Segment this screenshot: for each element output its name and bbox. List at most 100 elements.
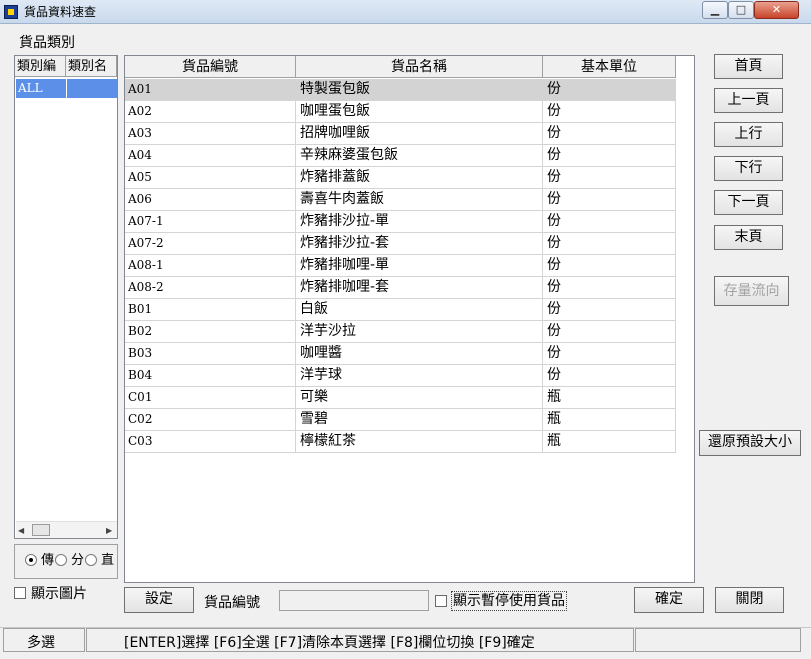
cell-product-name: 特製蛋包飯: [296, 79, 543, 100]
cell-product-name: 壽喜牛肉蓋飯: [296, 189, 543, 210]
cell-base-unit: 瓶: [543, 431, 676, 452]
cell-base-unit: 份: [543, 343, 676, 364]
stock-flow-button[interactable]: 存量流向: [714, 276, 789, 306]
show-picture-label: 顯示圖片: [31, 586, 87, 602]
cell-product-name: 檸檬紅茶: [296, 431, 543, 452]
maximize-button[interactable]: □: [728, 1, 754, 19]
radio-option-3-label: 直: [101, 553, 115, 568]
table-row[interactable]: B02 洋芋沙拉份: [125, 321, 676, 343]
table-row[interactable]: A07-2 炸豬排沙拉-套份: [125, 233, 676, 255]
scroll-left-icon[interactable]: ◀: [18, 526, 24, 535]
table-row[interactable]: A01 特製蛋包飯份: [125, 79, 676, 101]
cell-product-name: 辛辣麻婆蛋包飯: [296, 145, 543, 166]
product-code-label: 貨品編號: [204, 595, 260, 611]
table-row[interactable]: B03 咖哩醬份: [125, 343, 676, 365]
cell-product-code: C01: [125, 387, 296, 408]
scroll-thumb[interactable]: [32, 524, 50, 536]
cell-product-name: 可樂: [296, 387, 543, 408]
cell-base-unit: 份: [543, 277, 676, 298]
next-page-button[interactable]: 下一頁: [714, 190, 783, 215]
close-button[interactable]: 關閉: [715, 587, 784, 613]
cell-base-unit: 瓶: [543, 387, 676, 408]
radio-option-1-label: 傳: [41, 553, 55, 568]
show-paused-label[interactable]: 顯示暫停使用貨品: [451, 591, 567, 611]
category-row-selected[interactable]: ALL: [16, 79, 117, 98]
category-list[interactable]: 類別編 類別名 ALL ◀ ▶: [14, 55, 118, 539]
ok-button[interactable]: 確定: [634, 587, 704, 613]
radio-option-2[interactable]: [55, 554, 67, 566]
table-row[interactable]: A04 辛辣麻婆蛋包飯份: [125, 145, 676, 167]
radio-option-1[interactable]: [25, 554, 37, 566]
cell-base-unit: 份: [543, 255, 676, 276]
table-row[interactable]: B04 洋芋球份: [125, 365, 676, 387]
status-panel-extra: [635, 628, 801, 652]
table-row[interactable]: C02 雪碧瓶: [125, 409, 676, 431]
table-row[interactable]: A08-2 炸豬排咖哩-套份: [125, 277, 676, 299]
cell-product-code: B01: [125, 299, 296, 320]
category-hscrollbar[interactable]: ◀ ▶: [16, 521, 117, 538]
table-row[interactable]: C01 可樂瓶: [125, 387, 676, 409]
header-base-unit[interactable]: 基本單位: [543, 56, 676, 78]
category-label: 貨品類別: [19, 35, 75, 51]
prev-row-button[interactable]: 上行: [714, 122, 783, 147]
category-code-header[interactable]: 類別編: [15, 56, 66, 77]
cell-base-unit: 份: [543, 167, 676, 188]
header-product-code[interactable]: 貨品編號: [125, 56, 296, 78]
scroll-right-icon[interactable]: ▶: [106, 526, 112, 535]
first-page-button[interactable]: 首頁: [714, 54, 783, 79]
prev-page-button[interactable]: 上一頁: [714, 88, 783, 113]
close-window-button[interactable]: ✕: [754, 1, 799, 19]
cell-product-name: 洋芋沙拉: [296, 321, 543, 342]
status-bar: 多選 [ENTER]選擇 [F6]全選 [F7]清除本頁選擇 [F8]欄位切換 …: [0, 627, 811, 659]
category-mode-radio-group: 傳 分 直: [14, 544, 118, 579]
cell-product-name: 炸豬排沙拉-單: [296, 211, 543, 232]
cell-product-code: A06: [125, 189, 296, 210]
cell-product-name: 炸豬排咖哩-單: [296, 255, 543, 276]
table-row[interactable]: A03 招牌咖哩飯份: [125, 123, 676, 145]
cell-base-unit: 份: [543, 79, 676, 100]
cell-product-code: A07-2: [125, 233, 296, 254]
status-help-text: [ENTER]選擇 [F6]全選 [F7]清除本頁選擇 [F8]欄位切換 [F9…: [124, 635, 535, 651]
cell-base-unit: 份: [543, 321, 676, 342]
cell-product-code: C02: [125, 409, 296, 430]
cell-product-code: A02: [125, 101, 296, 122]
last-page-button[interactable]: 末頁: [714, 225, 783, 250]
cell-product-code: B04: [125, 365, 296, 386]
table-row[interactable]: A08-1 炸豬排咖哩-單份: [125, 255, 676, 277]
product-code-input[interactable]: [279, 590, 429, 611]
table-row[interactable]: A06 壽喜牛肉蓋飯份: [125, 189, 676, 211]
show-picture-checkbox[interactable]: [14, 587, 26, 599]
cell-product-name: 雪碧: [296, 409, 543, 430]
category-name-header[interactable]: 類別名: [66, 56, 117, 77]
table-row[interactable]: A07-1 炸豬排沙拉-單份: [125, 211, 676, 233]
show-paused-checkbox[interactable]: [435, 595, 447, 607]
cell-product-code: A07-1: [125, 211, 296, 232]
cell-product-code: B03: [125, 343, 296, 364]
window-title: 貨品資料速查: [24, 5, 97, 19]
cell-product-name: 炸豬排蓋飯: [296, 167, 543, 188]
cell-product-name: 咖哩醬: [296, 343, 543, 364]
minimize-button[interactable]: ▁: [702, 1, 728, 19]
status-mode-text: 多選: [27, 635, 55, 651]
cell-base-unit: 份: [543, 189, 676, 210]
cell-base-unit: 份: [543, 123, 676, 144]
cell-product-code: B02: [125, 321, 296, 342]
cell-product-code: A03: [125, 123, 296, 144]
cell-base-unit: 瓶: [543, 409, 676, 430]
cell-product-code: A08-2: [125, 277, 296, 298]
product-grid[interactable]: 貨品編號 貨品名稱 基本單位 A01 特製蛋包飯份 A02 咖哩蛋包飯份 A03 招牌咖哩…: [124, 55, 695, 583]
table-row[interactable]: B01 白飯份: [125, 299, 676, 321]
table-row[interactable]: A02 咖哩蛋包飯份: [125, 101, 676, 123]
cell-product-code: A04: [125, 145, 296, 166]
header-product-name[interactable]: 貨品名稱: [296, 56, 543, 78]
cell-base-unit: 份: [543, 101, 676, 122]
next-row-button[interactable]: 下行: [714, 156, 783, 181]
category-list-header: 類別編 類別名: [15, 56, 117, 77]
cell-product-code: C03: [125, 431, 296, 452]
table-row[interactable]: A05 炸豬排蓋飯份: [125, 167, 676, 189]
restore-size-button[interactable]: 還原預設大小: [699, 430, 801, 456]
table-row[interactable]: C03 檸檬紅茶瓶: [125, 431, 676, 453]
cell-product-name: 咖哩蛋包飯: [296, 101, 543, 122]
radio-option-3[interactable]: [85, 554, 97, 566]
settings-button[interactable]: 設定: [124, 587, 194, 613]
